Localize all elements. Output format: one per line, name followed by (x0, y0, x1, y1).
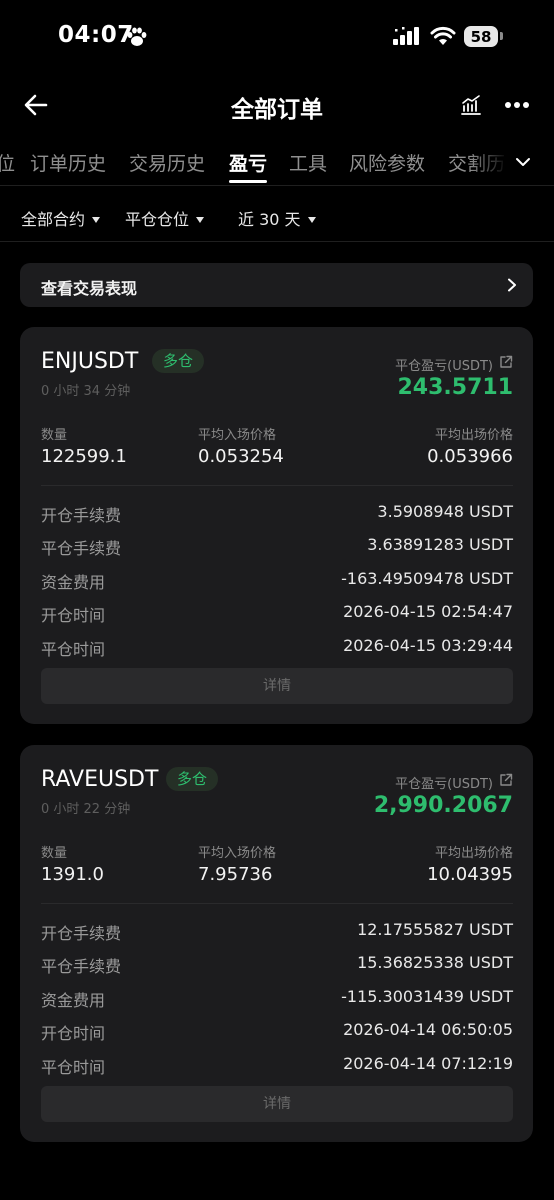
view-performance-row[interactable]: 查看交易表现 (20, 263, 533, 307)
chevron-right-icon (508, 278, 516, 292)
close-fee-value: 15.36825338 USDT (357, 953, 513, 972)
open-time-label: 开仓时间 (41, 606, 106, 625)
position-duration: 0 小时 34 分钟 (41, 384, 131, 399)
filter-period-label: 近 30 天 (238, 210, 301, 229)
position-duration: 0 小时 22 分钟 (41, 802, 131, 817)
filter-bar: 全部合约 平仓仓位 近 30 天 (0, 190, 554, 242)
tab-risk-params[interactable]: 风险参数 (349, 149, 425, 176)
filter-position-label: 平仓仓位 (125, 210, 190, 229)
funding-fee-label: 资金费用 (41, 991, 106, 1010)
avg-entry-value: 0.053254 (198, 446, 284, 467)
pnl-value: 2,990.2067 (373, 793, 513, 818)
pnl-label: 平仓盈亏(USDT) (395, 359, 493, 374)
open-fee-value: 3.5908948 USDT (377, 502, 513, 521)
chevron-down-icon[interactable] (514, 154, 532, 170)
filter-contract-label: 全部合约 (21, 210, 86, 229)
status-bar: 04:07 58 (0, 0, 554, 76)
wifi-icon (430, 26, 456, 45)
tab-positions[interactable]: 位 (0, 149, 15, 176)
position-card: RAVEUSDT 多仓 0 小时 22 分钟 平仓盈亏(USDT) 2,990.… (20, 745, 533, 1142)
pnl-label: 平仓盈亏(USDT) (395, 777, 493, 792)
open-time-value: 2026-04-15 02:54:47 (343, 602, 513, 621)
external-link-icon[interactable] (499, 773, 513, 787)
open-time-label: 开仓时间 (41, 1024, 106, 1043)
caret-down-icon (92, 216, 101, 223)
filter-period[interactable]: 近 30 天 (238, 206, 316, 230)
tab-order-history[interactable]: 订单历史 (30, 149, 106, 176)
battery-tip (500, 32, 503, 40)
pnl-value: 243.5711 (397, 375, 513, 400)
header: 全部订单 (0, 80, 554, 130)
avg-exit-label: 平均出场价格 (434, 428, 513, 443)
funding-fee-value: -115.30031439 USDT (341, 987, 513, 1006)
active-tab-indicator (229, 180, 267, 183)
open-time-value: 2026-04-14 06:50:05 (343, 1020, 513, 1039)
divider (41, 903, 513, 904)
funding-fee-label: 资金费用 (41, 573, 106, 592)
position-symbol: RAVEUSDT (41, 767, 159, 792)
avg-exit-label: 平均出场价格 (434, 846, 513, 861)
filter-contract[interactable]: 全部合约 (21, 206, 101, 230)
details-button[interactable]: 详情 (41, 1086, 513, 1122)
close-fee-value: 3.63891283 USDT (367, 535, 513, 554)
close-fee-label: 平仓手续费 (41, 957, 122, 976)
tab-trade-history[interactable]: 交易历史 (129, 149, 205, 176)
caret-down-icon (307, 216, 316, 223)
external-link-icon[interactable] (499, 355, 513, 369)
close-fee-label: 平仓手续费 (41, 539, 122, 558)
quantity-label: 数量 (41, 846, 68, 861)
quantity-value: 122599.1 (41, 446, 127, 467)
position-card: ENJUSDT 多仓 0 小时 34 分钟 平仓盈亏(USDT) 243.571… (20, 327, 533, 724)
chart-icon[interactable] (459, 93, 483, 117)
battery-indicator: 58 (464, 26, 498, 47)
avg-exit-value: 10.04395 (427, 864, 513, 885)
open-fee-value: 12.17555827 USDT (357, 920, 513, 939)
close-time-label: 平仓时间 (41, 1058, 106, 1077)
caret-down-icon (196, 216, 205, 223)
position-side-badge: 多仓 (152, 349, 205, 373)
tab-fade (470, 140, 554, 184)
open-fee-label: 开仓手续费 (41, 506, 122, 525)
close-time-label: 平仓时间 (41, 640, 106, 659)
tab-bar: 位 订单历史 交易历史 盈亏 工具 风险参数 交割历 (0, 140, 554, 186)
open-fee-label: 开仓手续费 (41, 924, 122, 943)
avg-entry-value: 7.95736 (198, 864, 273, 885)
avg-entry-label: 平均入场价格 (198, 846, 277, 861)
close-time-value: 2026-04-15 03:29:44 (343, 636, 513, 655)
avg-entry-label: 平均入场价格 (198, 428, 277, 443)
close-time-value: 2026-04-14 07:12:19 (343, 1054, 513, 1073)
tab-pnl[interactable]: 盈亏 (229, 149, 267, 176)
filter-position[interactable]: 平仓仓位 (125, 206, 205, 230)
details-button[interactable]: 详情 (41, 668, 513, 704)
divider (41, 485, 513, 486)
quantity-label: 数量 (41, 428, 68, 443)
status-time: 04:07 (58, 22, 134, 48)
view-performance-label: 查看交易表现 (41, 279, 138, 298)
funding-fee-value: -163.49509478 USDT (341, 569, 513, 588)
avg-exit-value: 0.053966 (427, 446, 513, 467)
quantity-value: 1391.0 (41, 864, 104, 885)
battery-level: 58 (470, 27, 492, 46)
position-side-badge: 多仓 (166, 767, 219, 791)
tab-tools[interactable]: 工具 (289, 149, 327, 176)
position-symbol: ENJUSDT (41, 349, 139, 374)
cellular-signal-icon (393, 27, 419, 45)
more-icon[interactable] (504, 101, 530, 109)
paw-icon (127, 27, 147, 46)
